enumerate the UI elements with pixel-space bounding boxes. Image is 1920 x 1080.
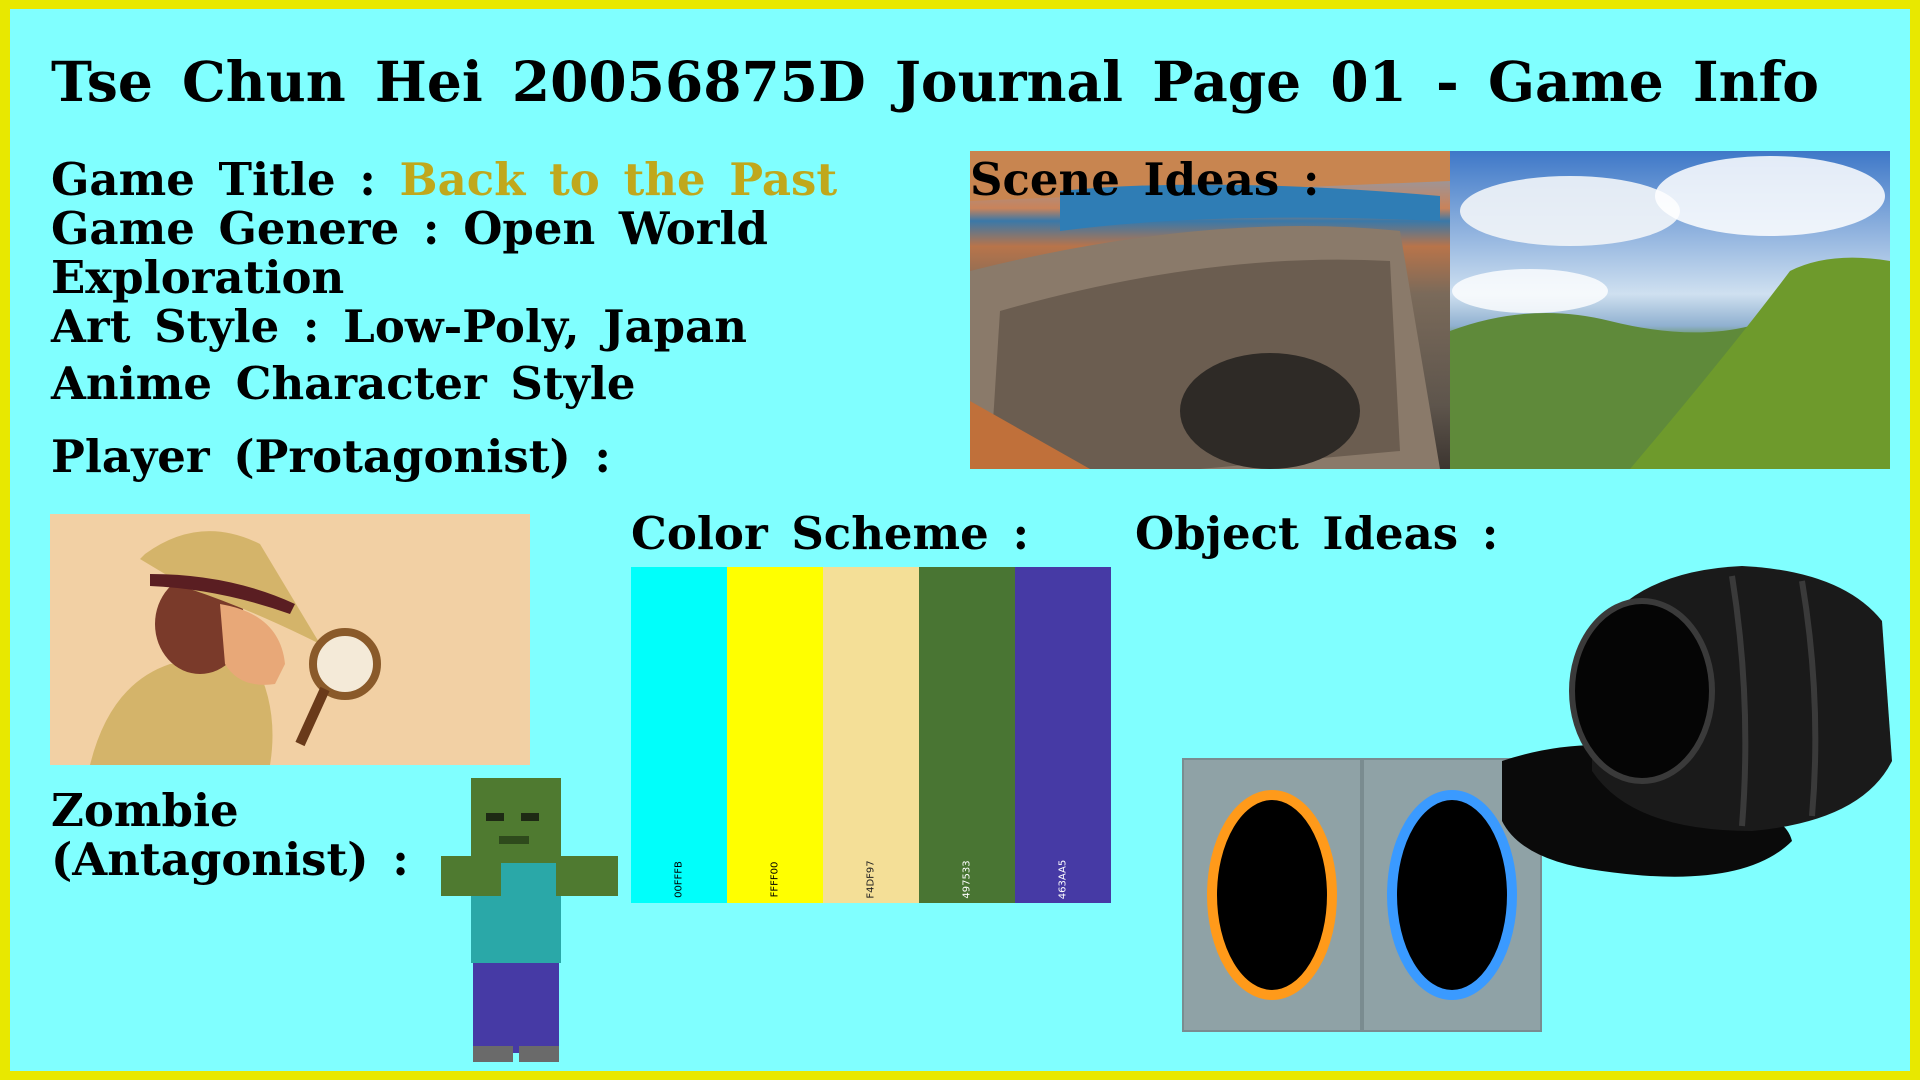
page-title: Tse Chun Hei 20056875D Journal Page 01 -…: [51, 49, 1819, 114]
color-palette: 00FFFB FFFF00 F4DF97 497533 463AA5: [631, 567, 1111, 903]
genre-line-2: Exploration: [51, 251, 345, 304]
antagonist-zombie-image: [441, 778, 618, 1062]
hills-illustration: [1450, 156, 1890, 469]
scene-image-hills: [1450, 151, 1890, 469]
journal-page: Tse Chun Hei 20056875D Journal Page 01 -…: [10, 9, 1910, 1071]
swatch-purple: 463AA5: [1015, 567, 1111, 903]
zombie-line-1: Zombie: [51, 784, 239, 837]
game-title-label: Game Title :: [51, 153, 376, 206]
swatch-hex: F4DF97: [865, 860, 877, 899]
genre-line-1: Game Genere : Open World: [51, 202, 769, 255]
zombie-line-2: (Antagonist) :: [51, 833, 409, 886]
swatch-hex: 497533: [961, 860, 973, 899]
art-style-line-1: Art Style : Low-Poly, Japan: [51, 300, 747, 353]
art-style-line-2: Anime Character Style: [51, 357, 636, 410]
swatch-hex: 00FFFB: [673, 861, 685, 898]
swatch-beige: F4DF97: [823, 567, 919, 903]
swatch-green: 497533: [919, 567, 1015, 903]
game-title-value: Back to the Past: [399, 153, 838, 206]
color-scheme-label: Color Scheme :: [631, 507, 1030, 560]
swatch-yellow: FFFF00: [727, 567, 823, 903]
player-label: Player (Protagonist) :: [51, 430, 612, 483]
game-title-line: Game Title : Back to the Past: [51, 155, 837, 204]
detective-illustration: [90, 531, 381, 765]
swatch-hex: 463AA5: [1057, 859, 1069, 900]
swatch-cyan: 00FFFB: [631, 567, 727, 903]
object-ideas-label: Object Ideas :: [1135, 507, 1499, 560]
oil-barrel-image: [1502, 566, 1892, 877]
swatch-hex: FFFF00: [769, 861, 781, 898]
protagonist-detective-image: [50, 514, 530, 765]
scene-ideas-label: Scene Ideas :: [970, 153, 1320, 206]
